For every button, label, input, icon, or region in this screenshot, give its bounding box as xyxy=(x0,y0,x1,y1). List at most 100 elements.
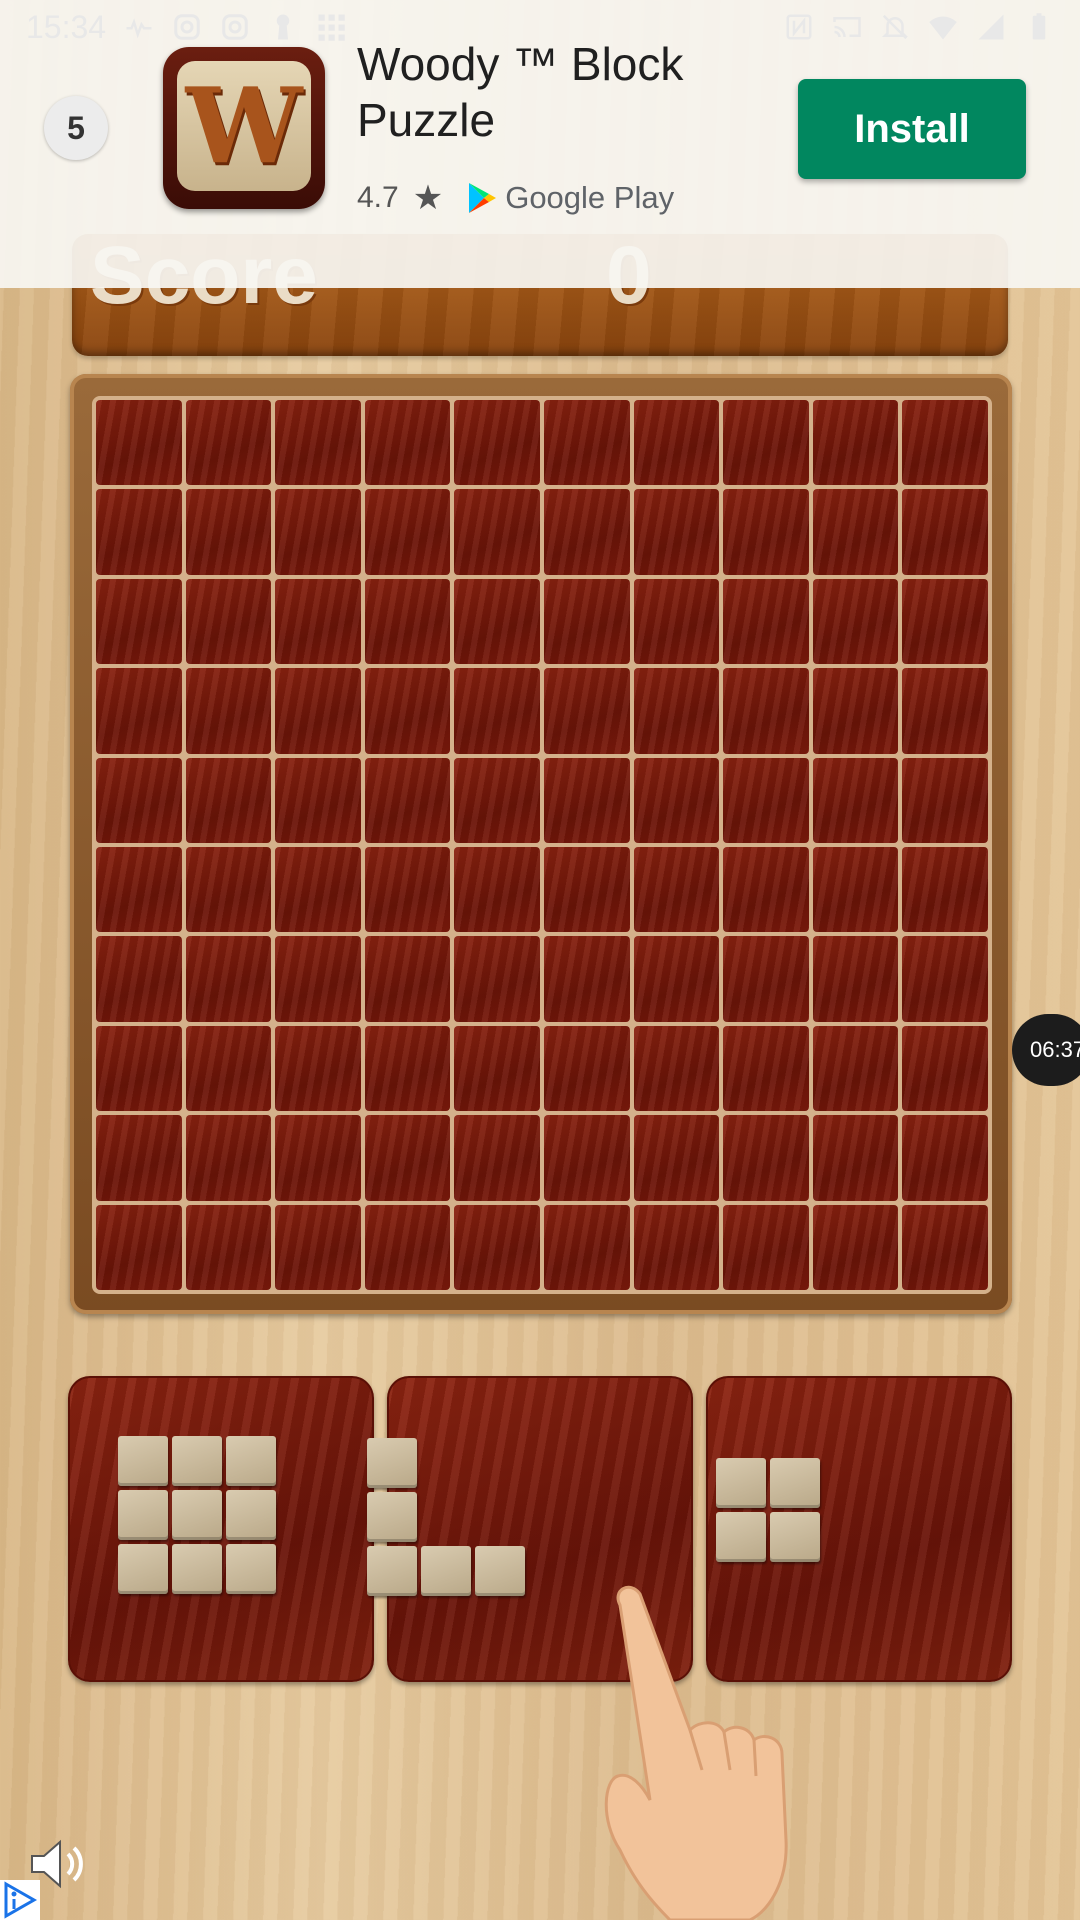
board-cell[interactable] xyxy=(812,847,899,933)
board-cell[interactable] xyxy=(812,489,899,575)
board-cell[interactable] xyxy=(275,1025,361,1112)
board-cell[interactable] xyxy=(454,1115,540,1201)
board-cell[interactable] xyxy=(633,936,720,1022)
board-cell[interactable] xyxy=(275,1115,361,1201)
board-cell[interactable] xyxy=(364,1025,451,1112)
board-cell[interactable] xyxy=(185,757,272,843)
board-cell[interactable] xyxy=(902,578,988,665)
board-cell[interactable] xyxy=(902,1204,988,1290)
board-cell[interactable] xyxy=(96,1115,182,1201)
board-cell[interactable] xyxy=(364,578,451,665)
board-cell[interactable] xyxy=(185,1025,272,1112)
board-cell[interactable] xyxy=(543,578,630,665)
board-cell[interactable] xyxy=(275,757,361,843)
board-cell[interactable] xyxy=(96,757,182,843)
board-cell[interactable] xyxy=(96,936,182,1022)
board-cell[interactable] xyxy=(543,1204,630,1290)
board-cell[interactable] xyxy=(723,1115,809,1201)
board-cell[interactable] xyxy=(185,1204,272,1290)
board-cell[interactable] xyxy=(902,400,988,486)
board-cell[interactable] xyxy=(812,400,899,486)
board-cell[interactable] xyxy=(812,668,899,754)
board-cell[interactable] xyxy=(96,400,182,486)
board-cell[interactable] xyxy=(454,489,540,575)
board-cell[interactable] xyxy=(275,489,361,575)
board-grid[interactable] xyxy=(92,396,992,1294)
board-cell[interactable] xyxy=(633,400,720,486)
board-cell[interactable] xyxy=(543,847,630,933)
board-cell[interactable] xyxy=(454,757,540,843)
board-cell[interactable] xyxy=(96,1025,182,1112)
board-cell[interactable] xyxy=(96,489,182,575)
board-cell[interactable] xyxy=(633,847,720,933)
board-cell[interactable] xyxy=(723,757,809,843)
board-cell[interactable] xyxy=(902,936,988,1022)
board-cell[interactable] xyxy=(275,936,361,1022)
board-cell[interactable] xyxy=(543,1025,630,1112)
board-cell[interactable] xyxy=(723,668,809,754)
board-cell[interactable] xyxy=(812,757,899,843)
board-cell[interactable] xyxy=(454,1025,540,1112)
board-cell[interactable] xyxy=(633,1115,720,1201)
board-cell[interactable] xyxy=(185,578,272,665)
install-button[interactable]: Install xyxy=(798,79,1026,179)
board-cell[interactable] xyxy=(902,668,988,754)
board-cell[interactable] xyxy=(902,757,988,843)
board-cell[interactable] xyxy=(185,936,272,1022)
board-cell[interactable] xyxy=(364,757,451,843)
board-cell[interactable] xyxy=(902,1025,988,1112)
board-cell[interactable] xyxy=(633,757,720,843)
board-cell[interactable] xyxy=(454,578,540,665)
board-cell[interactable] xyxy=(723,1025,809,1112)
board-cell[interactable] xyxy=(723,1204,809,1290)
board-cell[interactable] xyxy=(454,936,540,1022)
board-cell[interactable] xyxy=(812,1204,899,1290)
board-cell[interactable] xyxy=(96,1204,182,1290)
board-cell[interactable] xyxy=(96,668,182,754)
board-cell[interactable] xyxy=(633,668,720,754)
board-cell[interactable] xyxy=(723,936,809,1022)
board-cell[interactable] xyxy=(185,668,272,754)
board-cell[interactable] xyxy=(96,578,182,665)
board-cell[interactable] xyxy=(364,489,451,575)
board-cell[interactable] xyxy=(185,1115,272,1201)
board-cell[interactable] xyxy=(275,578,361,665)
board-cell[interactable] xyxy=(454,1204,540,1290)
board-cell[interactable] xyxy=(812,1115,899,1201)
board-cell[interactable] xyxy=(812,578,899,665)
board-cell[interactable] xyxy=(275,847,361,933)
board-cell[interactable] xyxy=(633,578,720,665)
board-cell[interactable] xyxy=(454,668,540,754)
board-cell[interactable] xyxy=(723,847,809,933)
board-cell[interactable] xyxy=(812,936,899,1022)
adchoices-icon[interactable] xyxy=(0,1880,40,1920)
board-cell[interactable] xyxy=(633,1025,720,1112)
board-cell[interactable] xyxy=(723,489,809,575)
board-cell[interactable] xyxy=(185,489,272,575)
board-cell[interactable] xyxy=(543,489,630,575)
board-cell[interactable] xyxy=(543,668,630,754)
board-cell[interactable] xyxy=(543,936,630,1022)
board-cell[interactable] xyxy=(275,1204,361,1290)
board-cell[interactable] xyxy=(185,400,272,486)
board-cell[interactable] xyxy=(454,847,540,933)
board-cell[interactable] xyxy=(364,668,451,754)
board-cell[interactable] xyxy=(275,400,361,486)
board-cell[interactable] xyxy=(902,489,988,575)
board-cell[interactable] xyxy=(633,1204,720,1290)
board-cell[interactable] xyxy=(543,1115,630,1201)
board-cell[interactable] xyxy=(364,1115,451,1201)
board-cell[interactable] xyxy=(633,489,720,575)
board-cell[interactable] xyxy=(543,400,630,486)
board-cell[interactable] xyxy=(364,936,451,1022)
board-cell[interactable] xyxy=(902,1115,988,1201)
piece-tray-1[interactable] xyxy=(68,1376,374,1682)
board-cell[interactable] xyxy=(902,847,988,933)
board-cell[interactable] xyxy=(723,578,809,665)
board-cell[interactable] xyxy=(185,847,272,933)
board-cell[interactable] xyxy=(812,1025,899,1112)
board-cell[interactable] xyxy=(364,400,451,486)
board-cell[interactable] xyxy=(364,1204,451,1290)
board-cell[interactable] xyxy=(543,757,630,843)
app-icon[interactable]: W xyxy=(163,47,325,209)
